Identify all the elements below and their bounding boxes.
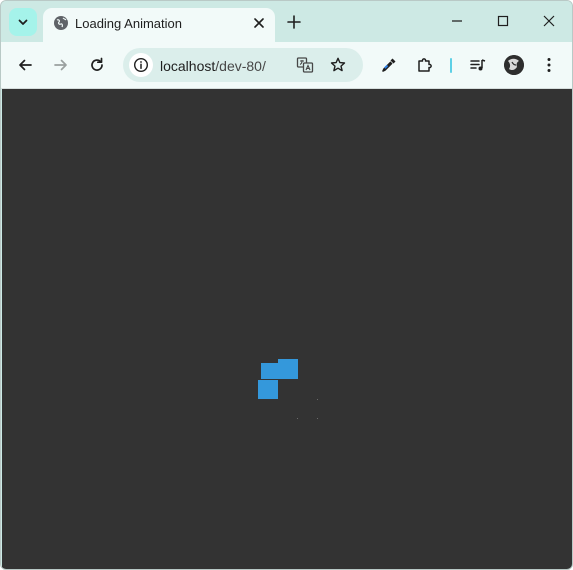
loader-particle <box>297 418 298 419</box>
loader-block <box>258 380 278 399</box>
tab-title: Loading Animation <box>75 16 182 31</box>
tab-active[interactable]: Loading Animation <box>43 8 275 42</box>
loader-block <box>261 363 281 379</box>
page-content <box>2 89 572 569</box>
arrow-left-icon[interactable] <box>16 56 34 74</box>
reload-icon[interactable] <box>88 56 106 74</box>
address-bar[interactable]: localhost/dev-80/ <box>123 48 363 82</box>
tab-strip: Loading Animation <box>1 1 572 42</box>
loader-block <box>278 359 298 379</box>
avatar-icon <box>504 55 524 75</box>
site-info-button[interactable] <box>129 53 153 77</box>
browser-toolbar: localhost/dev-80/ <box>1 42 572 89</box>
kebab-menu-icon[interactable] <box>540 56 558 74</box>
browser-window: Loading Animation localhost/dev-80/ <box>0 0 573 570</box>
eyedropper-icon[interactable] <box>380 56 398 74</box>
star-icon[interactable] <box>329 56 347 74</box>
globe-icon <box>54 16 68 30</box>
playlist-icon[interactable] <box>469 56 487 74</box>
url-text[interactable]: localhost/dev-80/ <box>160 58 266 74</box>
info-icon <box>133 57 149 73</box>
profile-avatar[interactable] <box>504 55 524 75</box>
url-host: localhost <box>160 58 216 74</box>
close-icon[interactable] <box>251 15 267 31</box>
plus-icon[interactable] <box>285 13 303 31</box>
loader-particle <box>317 399 318 400</box>
maximize-icon[interactable] <box>495 13 511 29</box>
url-path: /dev-80/ <box>215 58 266 74</box>
translate-icon[interactable] <box>296 56 314 74</box>
minimize-icon[interactable] <box>449 13 465 29</box>
chevron-down-icon <box>18 19 28 25</box>
loader-particle <box>317 418 318 419</box>
toolbar-divider <box>450 58 452 73</box>
tab-search-button[interactable] <box>9 8 37 36</box>
close-window-icon[interactable] <box>541 13 557 29</box>
puzzle-icon[interactable] <box>416 56 434 74</box>
loading-animation <box>2 89 572 569</box>
arrow-right-icon[interactable] <box>52 56 70 74</box>
